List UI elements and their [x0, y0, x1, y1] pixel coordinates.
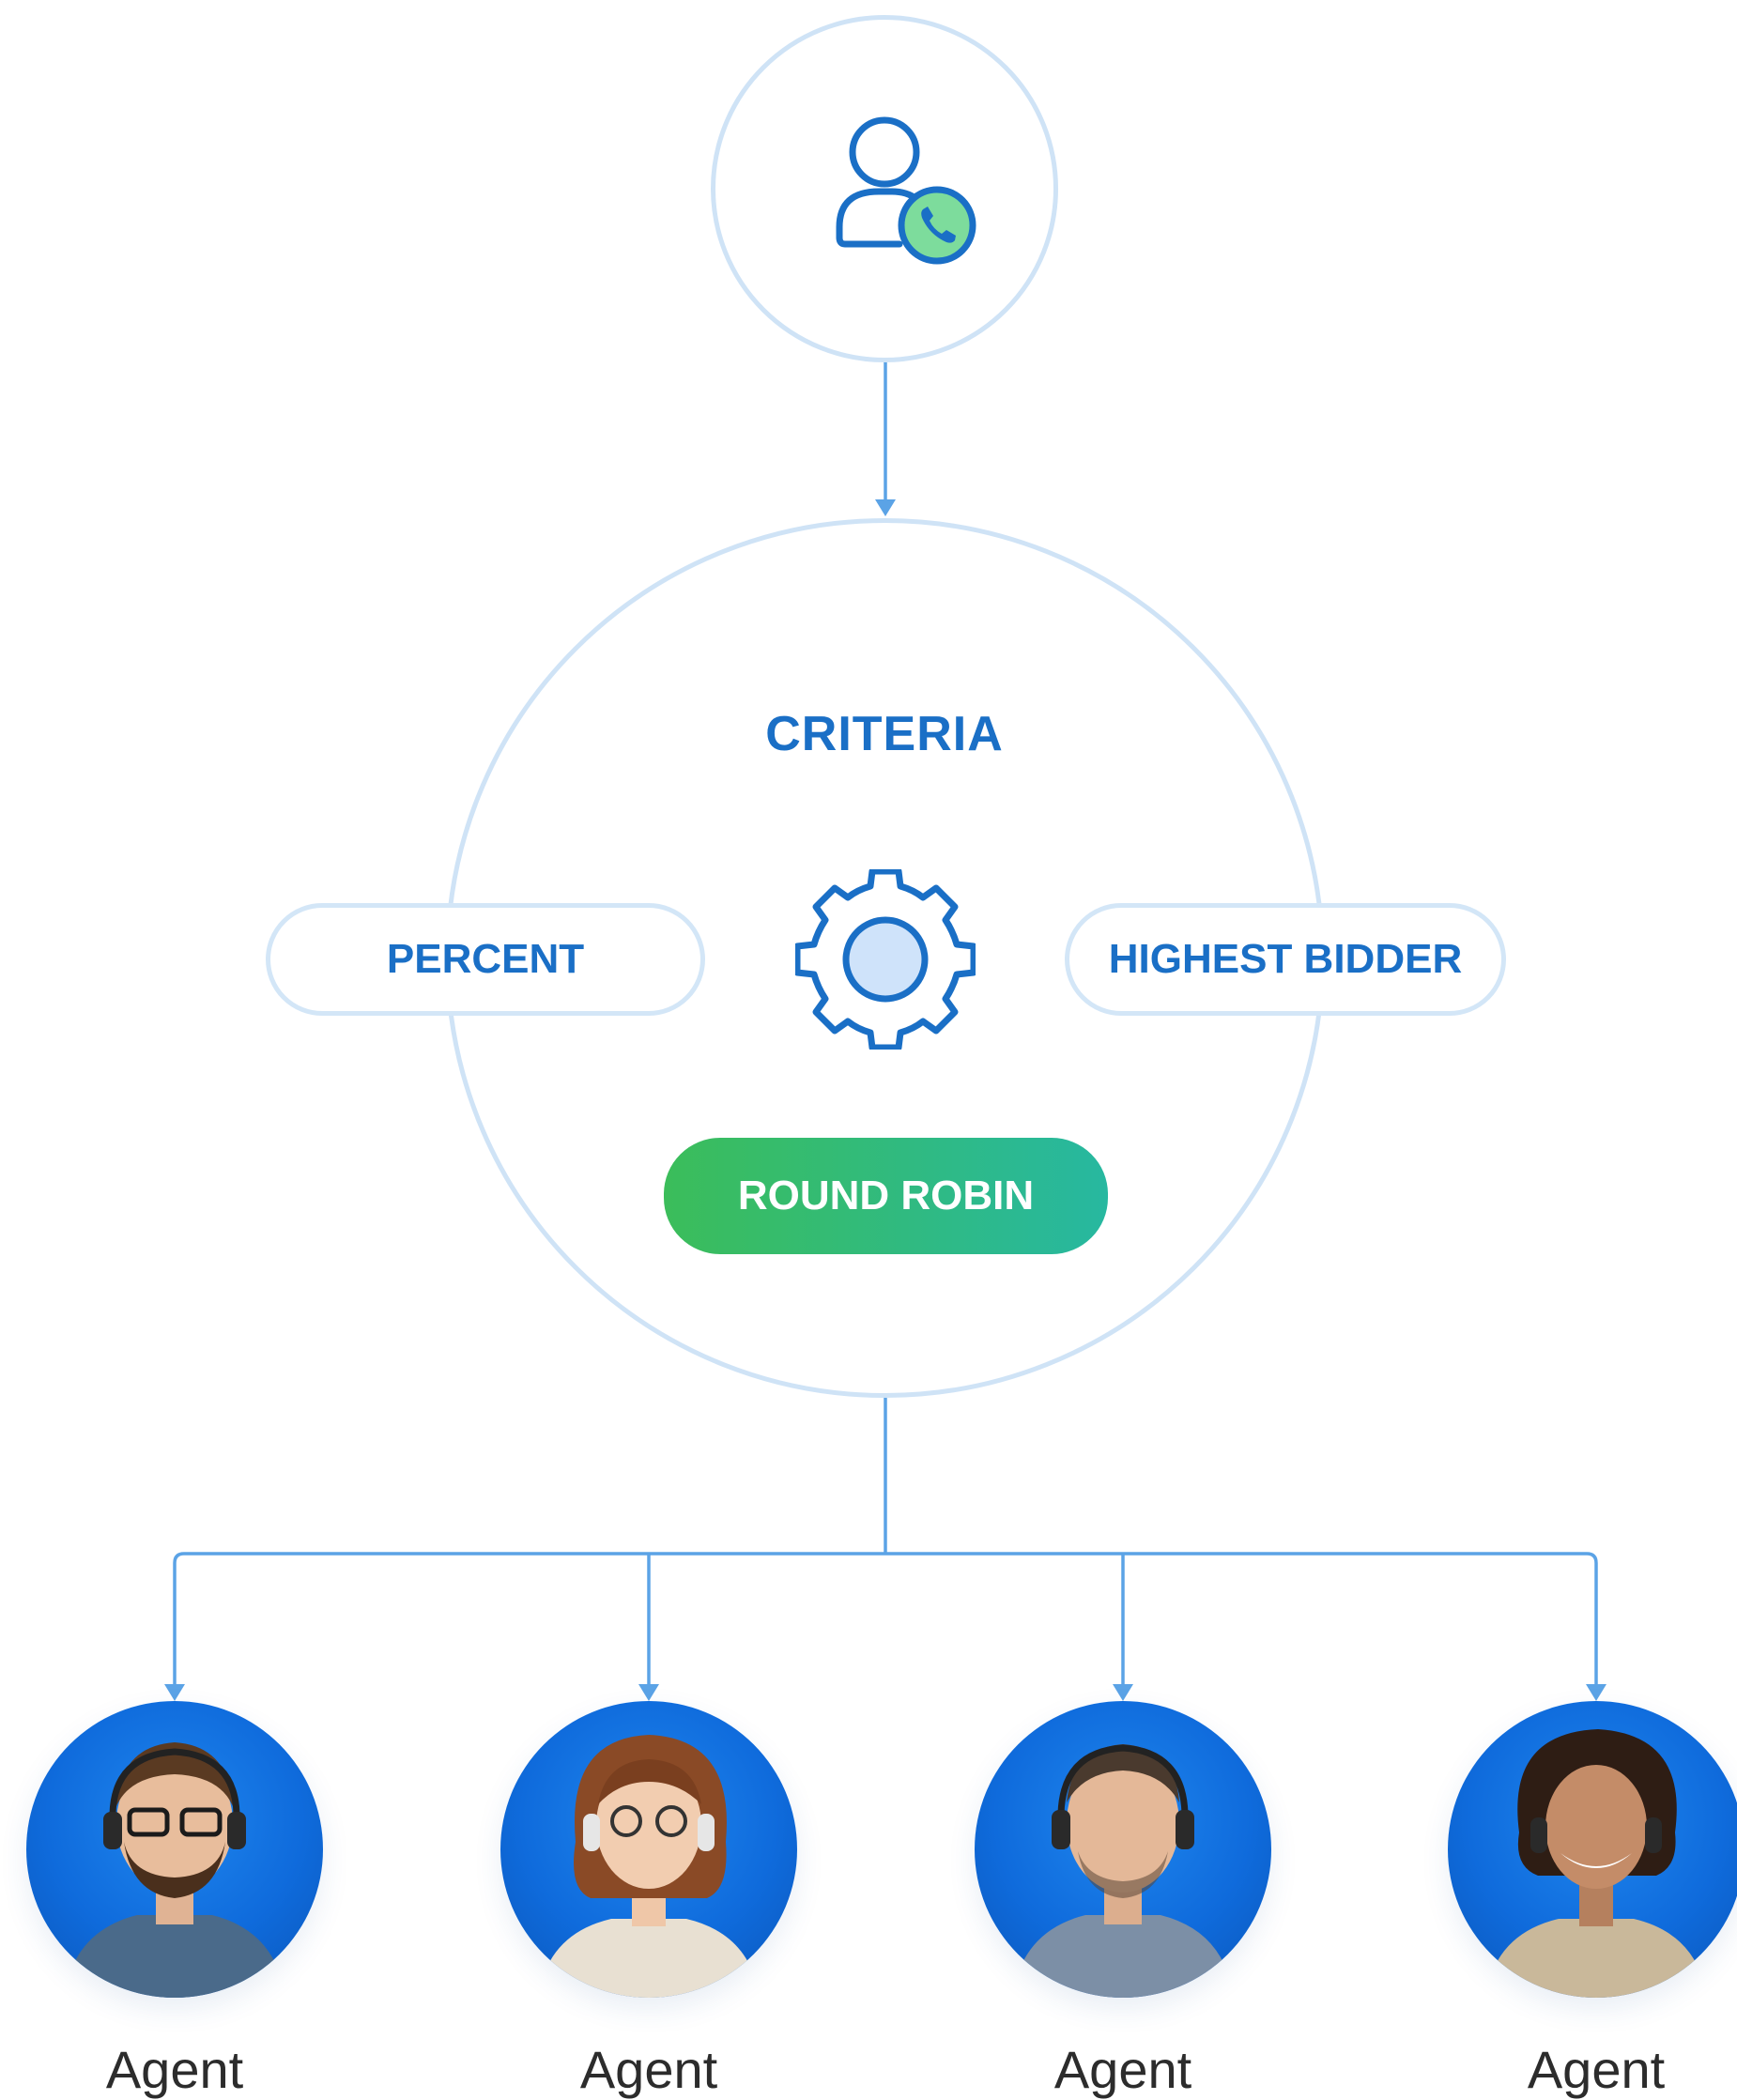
criteria-title: CRITERIA: [765, 707, 1004, 761]
agent-label: Agent: [105, 2040, 244, 2099]
agent-avatar-illustration: [1012, 1744, 1234, 1998]
agent-avatar-illustration: [1485, 1729, 1707, 1998]
agent-card[interactable]: Agent: [1448, 1701, 1737, 2099]
arrowhead-agent-4: [1586, 1684, 1606, 1701]
gear-icon: [795, 869, 976, 1050]
arrowhead-criteria: [875, 499, 896, 516]
agent-card[interactable]: Agent: [975, 1701, 1271, 2099]
user-phone-icon: [836, 116, 976, 265]
agent-card[interactable]: Agent: [500, 1701, 797, 2099]
agent-avatar-illustration: [64, 1742, 285, 1998]
agent-label: Agent: [1053, 2040, 1192, 2099]
arrowhead-agent-1: [164, 1684, 185, 1701]
agent-avatar: [1448, 1701, 1737, 1998]
agent-avatar-illustration: [538, 1735, 760, 1998]
option-round-robin-label: ROUND ROBIN: [737, 1173, 1035, 1219]
call-routing-diagram: CRITERIA PERCENT HIGHEST BIDDER ROUND RO…: [0, 0, 1737, 2099]
option-highest-bidder[interactable]: HIGHEST BIDDER: [1065, 903, 1506, 1016]
connector-bus: [173, 1552, 1598, 1690]
option-percent[interactable]: PERCENT: [266, 903, 705, 1016]
option-percent-label: PERCENT: [386, 936, 585, 982]
option-highest-bidder-label: HIGHEST BIDDER: [1108, 936, 1463, 982]
agent-avatar: [26, 1701, 323, 1998]
agent-avatar: [975, 1701, 1271, 1998]
agent-avatar: [500, 1701, 797, 1998]
option-round-robin[interactable]: ROUND ROBIN: [664, 1138, 1108, 1254]
agent-label: Agent: [1527, 2040, 1666, 2099]
agent-card[interactable]: Agent: [26, 1701, 323, 2099]
arrowhead-agent-3: [1113, 1684, 1133, 1701]
agent-label: Agent: [579, 2040, 718, 2099]
arrowhead-agent-2: [638, 1684, 659, 1701]
